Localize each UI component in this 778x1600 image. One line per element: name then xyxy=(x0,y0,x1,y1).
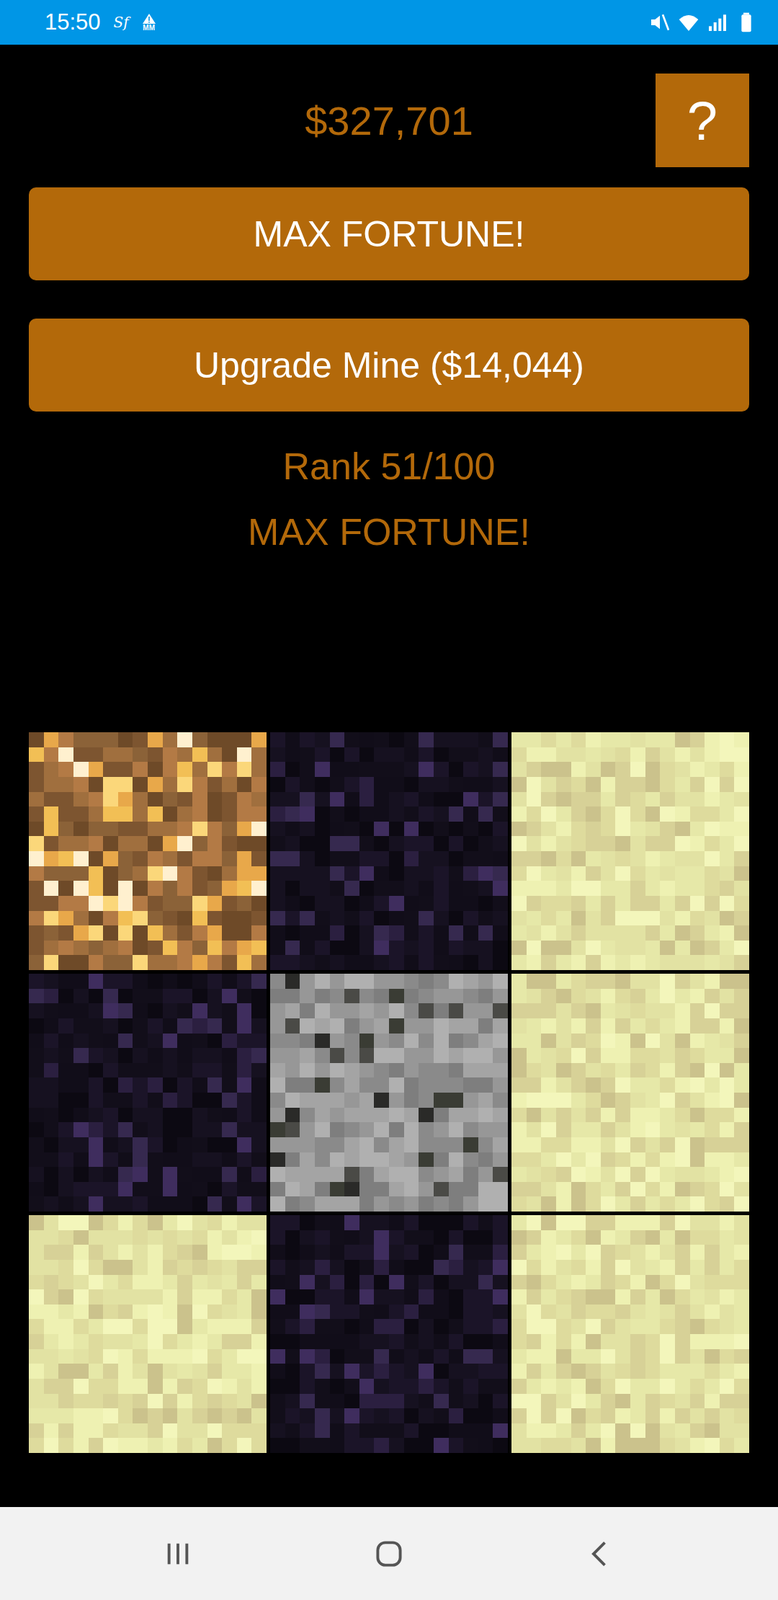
ore-block[interactable] xyxy=(511,973,750,1211)
obsidian-texture-icon xyxy=(270,1214,508,1453)
back-icon[interactable] xyxy=(581,1534,619,1572)
sand-texture-icon xyxy=(511,973,750,1211)
obsidian-texture-icon xyxy=(28,973,267,1211)
navigation-bar xyxy=(0,1506,778,1600)
wifi-icon xyxy=(677,10,701,34)
mute-icon xyxy=(648,10,672,34)
sand-texture-icon xyxy=(511,1214,750,1453)
battery-icon xyxy=(734,10,758,34)
action-button[interactable]: MAX FORTUNE! xyxy=(28,187,750,281)
ore-block[interactable] xyxy=(270,1214,508,1453)
sand-texture-icon xyxy=(28,1214,267,1453)
status-label: MAX FORTUNE! xyxy=(0,508,778,555)
recent-apps-icon[interactable] xyxy=(159,1534,197,1572)
ore-block[interactable] xyxy=(270,973,508,1211)
coal-texture-icon xyxy=(270,973,508,1211)
ore-block[interactable] xyxy=(28,731,267,970)
ore-block[interactable] xyxy=(28,1214,267,1453)
screen: 15:50 Sf MM $327,701? MAX FORTUNE! Upgrade Mi… xyxy=(0,0,778,1600)
status-time: 15:50 xyxy=(44,9,101,36)
ore-block[interactable] xyxy=(270,731,508,970)
obsidian-texture-icon xyxy=(270,731,508,970)
status-bar: 15:50 Sf MM xyxy=(0,0,778,45)
home-icon[interactable] xyxy=(370,1534,408,1572)
ore-block[interactable] xyxy=(511,1214,750,1453)
money-display: $327,701 xyxy=(304,97,474,145)
rank-label: Rank 51/100 xyxy=(0,443,778,490)
action-button[interactable]: Upgrade Mine ($14,044) xyxy=(28,318,750,412)
header: $327,701? xyxy=(0,44,778,168)
sand-texture-icon xyxy=(511,731,750,970)
ore-block[interactable] xyxy=(28,973,267,1211)
ore-block[interactable] xyxy=(511,731,750,970)
signal-icon xyxy=(705,10,730,34)
mine-grid xyxy=(0,731,778,1453)
notification-sf: Sf xyxy=(113,13,129,31)
notification-warning: MM xyxy=(141,12,157,32)
gold-texture-icon xyxy=(28,731,267,970)
warning-icon xyxy=(141,12,157,25)
help-button[interactable]: ? xyxy=(655,73,750,168)
